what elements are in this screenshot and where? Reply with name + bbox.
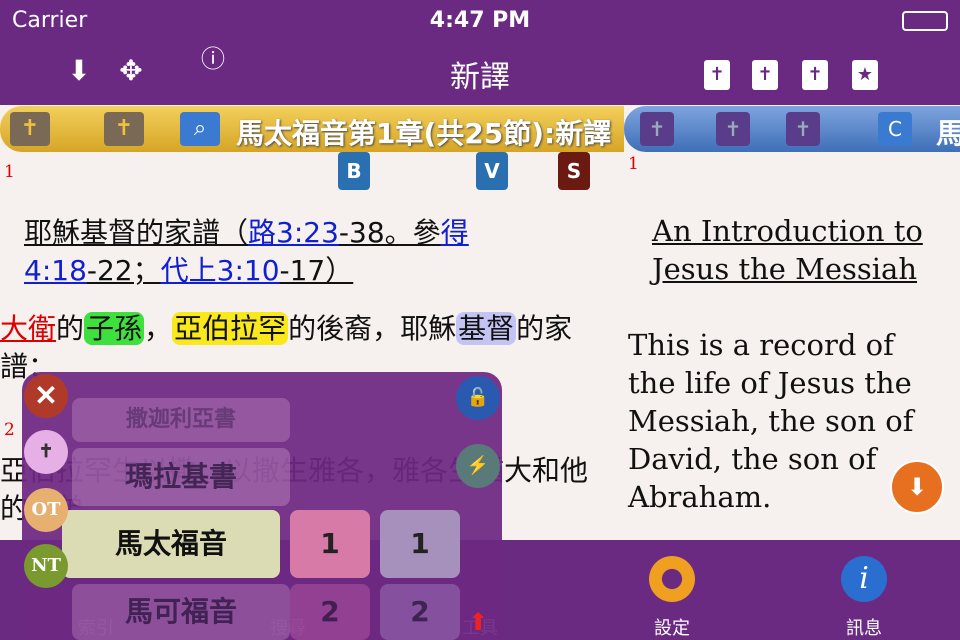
strong-number-icon[interactable]: S <box>558 152 590 190</box>
pin-icon[interactable]: ⬆ <box>468 608 488 636</box>
book-option[interactable]: 馬可福音 <box>72 584 290 640</box>
unlink-icon[interactable]: ⚡ <box>456 444 500 488</box>
ref-link[interactable]: 路3:23 <box>248 216 339 249</box>
highlight: 基督 <box>456 312 517 345</box>
book-search-icon[interactable]: ⌕ <box>180 112 220 146</box>
section-heading: 耶穌基督的家譜（路3:23-38。參得4:18-22；代上3:10-17） <box>0 214 540 290</box>
tab-settings[interactable]: 設定 <box>576 540 768 640</box>
next-book-icon[interactable]: ✝ <box>748 54 782 90</box>
ref-link[interactable]: 代上3:10 <box>161 254 280 287</box>
selected-book[interactable]: 馬太福音 <box>62 510 280 578</box>
close-icon[interactable]: ✕ <box>24 374 68 418</box>
bible-commentary-icon[interactable]: B <box>338 152 370 190</box>
parallel-title: 馬 <box>936 117 960 150</box>
heading-text: -17） <box>279 254 354 287</box>
nav-bar: ⬇ ✥ ⓘ 新譯 ✝ ✝ ✝ ★ <box>0 40 960 105</box>
old-testament-button[interactable]: OT <box>24 488 68 532</box>
prev-book-icon[interactable]: ✝ <box>700 54 734 90</box>
info-icon: i <box>841 556 887 602</box>
bible-help-icon[interactable]: ✝ <box>10 112 50 146</box>
clock: 4:47 PM <box>429 8 531 33</box>
verse-commentary-icon[interactable]: V <box>476 152 508 190</box>
book-option[interactable]: 瑪拉基書 <box>72 448 290 506</box>
tab-info[interactable]: i 訊息 <box>768 540 960 640</box>
chapter-title[interactable]: 馬太福音第1章(共25節):新譯 <box>236 112 611 152</box>
tab-label: 訊息 <box>846 618 882 639</box>
verse-number: 1 <box>4 162 15 182</box>
heading-text: 耶穌基督的家譜（ <box>24 216 249 249</box>
text: 的後裔，耶穌 <box>288 312 457 345</box>
verse-option[interactable]: 2 <box>380 584 460 640</box>
chapter-option[interactable]: 2 <box>290 584 370 640</box>
chapter-toolbar: ✝ ✝ ⌕ 馬太福音第1章(共25節):新譯 <box>0 106 624 152</box>
scroll-chapter-icon[interactable]: ✝ <box>786 112 820 146</box>
unlock-icon[interactable]: 🔓 <box>456 376 500 420</box>
new-testament-button[interactable]: NT <box>24 544 68 588</box>
selected-chapter[interactable]: 1 <box>290 510 370 578</box>
prev-chapter-icon[interactable]: ✝ <box>640 112 674 146</box>
battery-icon <box>902 11 948 31</box>
next-chapter-icon[interactable]: ✝ <box>716 112 750 146</box>
text: 的 <box>56 312 85 345</box>
compare-book-icon[interactable]: C <box>878 112 912 146</box>
favorites-folder-icon[interactable]: ★ <box>848 54 882 90</box>
heading-text: -38。參 <box>338 216 441 249</box>
text: ， <box>144 312 173 345</box>
book-option[interactable]: 撒迦利亞書 <box>72 398 290 442</box>
tab-label: 設定 <box>654 618 690 639</box>
book-picker-popup: 撒迦利亞書 瑪拉基書 馬太福音 1 1 馬可福音 2 2 ✕ ✝ OT NT 🔓… <box>22 372 502 640</box>
name-link[interactable]: 大衛 <box>0 312 56 345</box>
bible-icon[interactable]: ✝ <box>24 430 68 474</box>
heading-text: -22； <box>86 254 161 287</box>
gear-icon <box>649 556 695 602</box>
highlight: 亞伯拉罕 <box>172 312 289 345</box>
parallel-toolbar: ✝ ✝ ✝ C 馬 <box>624 106 960 152</box>
selected-verse[interactable]: 1 <box>380 510 460 578</box>
scroll-book-icon[interactable]: ✝ <box>798 54 832 90</box>
download-icon[interactable]: ⬇ <box>890 460 944 514</box>
bible-search-icon[interactable]: ✝ <box>104 112 144 146</box>
section-heading: An Introduction to Jesus the Messiah <box>652 214 923 286</box>
status-bar: Carrier 4:47 PM <box>0 0 960 40</box>
verse-number: 1 <box>628 154 639 174</box>
highlight: 子孫 <box>84 312 145 345</box>
verse-number: 2 <box>4 420 15 440</box>
